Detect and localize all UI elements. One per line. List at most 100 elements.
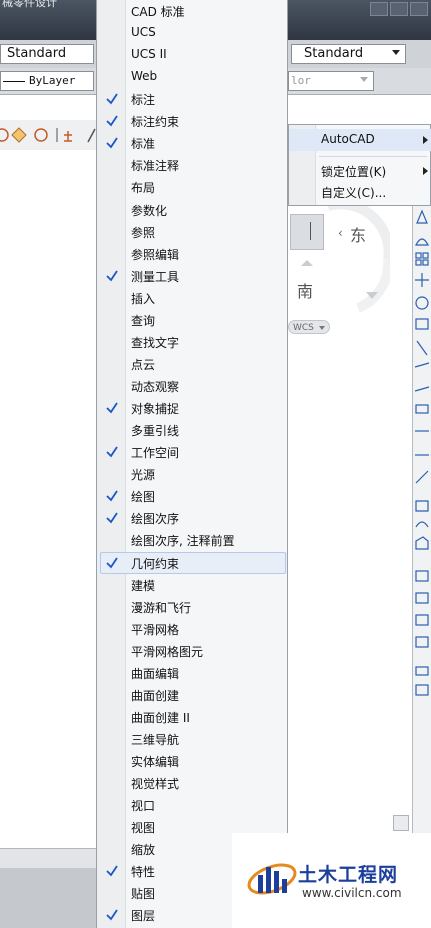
toolbar-icons[interactable] <box>0 126 96 144</box>
move-icon[interactable] <box>415 273 429 287</box>
viewcube-face[interactable] <box>290 214 324 250</box>
command-line[interactable] <box>0 848 96 869</box>
menu-item-label: 标注 <box>131 93 156 108</box>
menu-item[interactable]: 动态观察 <box>97 375 287 397</box>
circle-icon[interactable] <box>0 128 9 142</box>
menu-item[interactable]: 几何约束 <box>97 551 287 574</box>
menu-item[interactable]: 参数化 <box>97 199 287 221</box>
explode-icon[interactable] <box>415 536 429 550</box>
submenu-item-lock-position[interactable]: 锁定位置(K) <box>289 160 431 182</box>
rotate-icon[interactable] <box>415 296 429 310</box>
menu-item-label: 平滑网格图元 <box>131 644 204 659</box>
wcs-menu[interactable]: WCS <box>288 320 330 334</box>
menu-item[interactable]: 曲面创建 <box>97 684 287 706</box>
chevron-down-icon[interactable] <box>392 50 400 55</box>
modify-toolbar-icons[interactable] <box>413 205 431 845</box>
break-icon[interactable] <box>415 404 429 414</box>
submenu-item-autocad[interactable]: AutoCAD <box>289 129 431 151</box>
menu-item[interactable]: 布局 <box>97 176 287 198</box>
menu-item[interactable]: 标准注释 <box>97 154 287 176</box>
spline-icon[interactable] <box>415 521 429 528</box>
menu-item[interactable]: Web <box>97 66 287 88</box>
menu-item-label: 绘图次序, 注释前置 <box>131 534 235 549</box>
window-buttons[interactable] <box>368 2 428 16</box>
scrollbar-thumb[interactable] <box>393 815 409 831</box>
offset-icon[interactable] <box>415 238 429 246</box>
ucs-icon[interactable] <box>64 131 72 142</box>
menu-item[interactable]: 多重引线 <box>97 419 287 441</box>
draworder-icon[interactable] <box>415 570 429 582</box>
dim-style-combo[interactable]: Standard <box>291 44 406 64</box>
menu-item[interactable]: 漫游和飞行 <box>97 596 287 618</box>
polygon-icon[interactable] <box>11 127 27 143</box>
restore-icon[interactable] <box>390 2 408 16</box>
line-icon[interactable] <box>87 128 96 143</box>
menu-item[interactable]: 绘图 <box>97 485 287 507</box>
menu-item[interactable]: 曲面创建 II <box>97 706 287 728</box>
menu-item-label: 参照编辑 <box>131 247 180 262</box>
menu-item[interactable]: 绘图次序, 注释前置 <box>97 529 287 551</box>
menu-item[interactable]: 平滑网格图元 <box>97 640 287 662</box>
viewcube[interactable]: ‹ 东 南 WCS <box>288 200 390 334</box>
menu-item-label: CAD 标准 <box>131 5 185 19</box>
scale-icon[interactable] <box>415 318 429 330</box>
menu-item[interactable]: 标注 <box>97 88 287 110</box>
viewcube-face-line <box>310 222 311 240</box>
array-icon[interactable] <box>415 252 422 259</box>
linetype-combo[interactable]: ByLayer <box>0 71 94 91</box>
circle-3p-icon[interactable] <box>34 128 48 142</box>
stretch-icon[interactable] <box>416 340 428 356</box>
menu-item-label: 查询 <box>131 313 156 328</box>
menu-item[interactable]: 对象捕捉 <box>97 397 287 419</box>
compass-east[interactable]: 东 <box>350 222 366 246</box>
menu-item[interactable]: 点云 <box>97 353 287 375</box>
text-icon[interactable] <box>415 666 429 676</box>
menu-item[interactable]: 参照编辑 <box>97 243 287 265</box>
compass-south[interactable]: 南 <box>297 278 313 302</box>
checkmark-icon <box>106 93 118 105</box>
menu-item[interactable]: 三维导航 <box>97 728 287 750</box>
menu-item-label: 测量工具 <box>131 269 180 284</box>
chevron-down-icon[interactable] <box>319 326 325 330</box>
menu-item-label: 图层 <box>131 909 156 924</box>
menu-item[interactable]: 实体编辑 <box>97 750 287 772</box>
menu-item[interactable]: 工作空间 <box>97 441 287 463</box>
menu-item[interactable]: 标准 <box>97 132 287 154</box>
menu-item-label: 曲面编辑 <box>131 666 180 681</box>
menu-item-label: 视口 <box>131 799 156 814</box>
chevron-down-icon[interactable] <box>366 292 378 299</box>
fillet-icon[interactable] <box>415 470 429 484</box>
menu-item[interactable]: 测量工具 <box>97 265 287 287</box>
menu-item[interactable]: 查询 <box>97 309 287 331</box>
menu-item[interactable]: 平滑网格 <box>97 618 287 640</box>
drawing-canvas[interactable] <box>0 150 96 848</box>
arrow-left-icon[interactable]: ‹ <box>338 226 343 240</box>
menu-item[interactable]: 视觉样式 <box>97 772 287 794</box>
blend-icon[interactable] <box>415 500 429 512</box>
menu-item[interactable]: 光源 <box>97 463 287 485</box>
trim-icon[interactable] <box>414 362 430 368</box>
extend-icon[interactable] <box>414 386 430 392</box>
menu-item[interactable]: 参照 <box>97 221 287 243</box>
menu-item[interactable]: 视口 <box>97 794 287 816</box>
menu-item[interactable]: CAD 标准 <box>97 0 287 22</box>
submenu-item-customize[interactable]: 自定义(C)... <box>289 181 431 203</box>
dim-style-value: Standard <box>304 46 364 61</box>
menu-item[interactable]: 标注约束 <box>97 110 287 132</box>
chevron-down-icon[interactable] <box>360 77 368 82</box>
color-combo[interactable]: lor <box>288 71 374 91</box>
menu-item-label: 漫游和飞行 <box>131 600 192 615</box>
arrow-up-icon[interactable] <box>301 260 313 266</box>
mirror-icon[interactable] <box>416 209 428 224</box>
close-icon[interactable] <box>410 2 428 16</box>
menu-item[interactable]: 插入 <box>97 287 287 309</box>
menu-item[interactable]: UCS II <box>97 44 287 66</box>
text-style-combo[interactable]: Standard <box>0 44 94 64</box>
menu-item[interactable]: 建模 <box>97 574 287 596</box>
menu-item[interactable]: UCS <box>97 22 287 44</box>
menu-item[interactable]: 查找文字 <box>97 331 287 353</box>
checkmark-icon <box>106 557 118 568</box>
menu-item[interactable]: 曲面编辑 <box>97 662 287 684</box>
minimize-icon[interactable] <box>370 2 388 16</box>
menu-item[interactable]: 绘图次序 <box>97 507 287 529</box>
